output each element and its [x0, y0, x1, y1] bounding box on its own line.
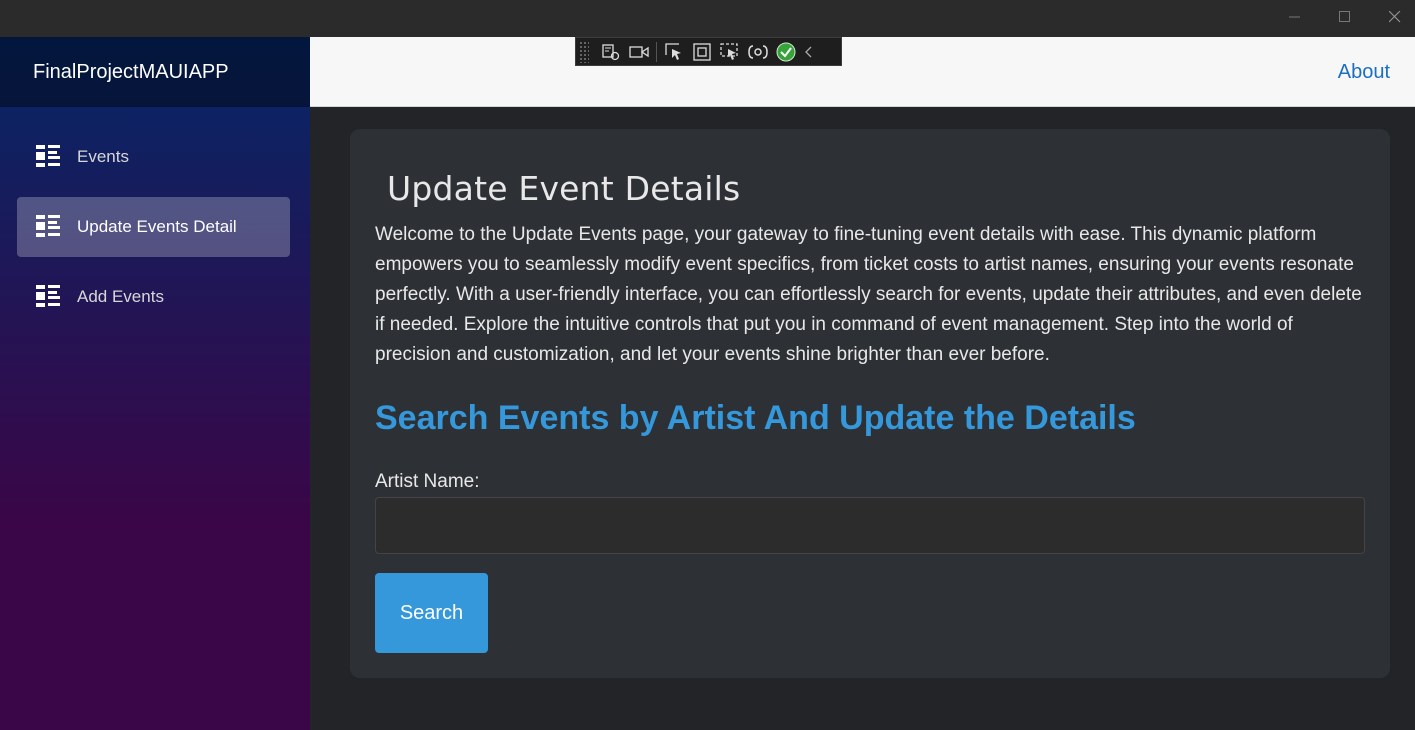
page-title: Update Event Details — [387, 169, 741, 208]
binding-failures-button[interactable] — [744, 39, 772, 65]
hot-reload-ok-icon — [776, 42, 796, 61]
sidebar-item-events[interactable]: Events — [17, 127, 290, 187]
collapse-chevron-icon — [805, 46, 812, 57]
maximize-icon — [1339, 11, 1350, 22]
close-icon — [1389, 11, 1401, 23]
select-element-button[interactable] — [660, 39, 688, 65]
update-events-card: Update Event Details Welcome to the Upda… — [350, 129, 1390, 678]
record-button[interactable] — [625, 39, 653, 65]
toolbar-grip[interactable] — [579, 40, 589, 63]
intro-paragraph: Welcome to the Update Events page, your … — [375, 224, 1362, 365]
close-button[interactable] — [1370, 0, 1415, 34]
collapse-toolbar-button[interactable] — [800, 39, 818, 65]
sidebar-item-update-events-detail[interactable]: Update Events Detail — [17, 197, 290, 257]
select-element-icon — [665, 42, 681, 60]
track-focus-icon — [720, 42, 738, 60]
sidebar: FinalProjectMAUIAPP Events Update Events… — [0, 37, 310, 730]
toolbar-separator — [656, 41, 657, 62]
app-brand[interactable]: FinalProjectMAUIAPP — [0, 37, 310, 107]
live-visual-tree-button[interactable] — [597, 39, 625, 65]
main-content: Update Event Details Welcome to the Upda… — [310, 107, 1415, 730]
artist-name-label: Artist Name: — [375, 471, 480, 492]
sidebar-item-label: Add Events — [77, 287, 164, 306]
sidebar-item-add-events[interactable]: Add Events — [17, 267, 290, 327]
binding-failures-icon — [748, 44, 768, 59]
list-icon — [36, 145, 60, 167]
search-section-heading: Search Events by Artist And Update the D… — [375, 399, 1136, 437]
artist-name-input[interactable] — [375, 497, 1365, 554]
list-icon — [36, 285, 60, 307]
record-icon — [629, 45, 649, 58]
sidebar-item-label: Update Events Detail — [77, 217, 237, 236]
search-button[interactable]: Search — [375, 573, 488, 653]
minimize-button[interactable] — [1270, 0, 1320, 34]
hot-reload-status-button[interactable] — [772, 39, 800, 65]
track-focus-button[interactable] — [716, 39, 744, 65]
list-icon — [36, 215, 60, 237]
top-row: About — [310, 37, 1415, 107]
about-link[interactable]: About — [1338, 61, 1390, 84]
live-visual-tree-icon — [602, 43, 620, 60]
display-layout-adorners-button[interactable] — [688, 39, 716, 65]
display-layout-adorners-icon — [693, 42, 711, 61]
debug-toolbar — [575, 37, 842, 66]
app-brand-label: FinalProjectMAUIAPP — [33, 60, 229, 83]
window-title-bar — [0, 0, 1415, 37]
minimize-icon — [1289, 16, 1300, 18]
maximize-button[interactable] — [1320, 0, 1370, 34]
sidebar-item-label: Events — [77, 147, 129, 166]
